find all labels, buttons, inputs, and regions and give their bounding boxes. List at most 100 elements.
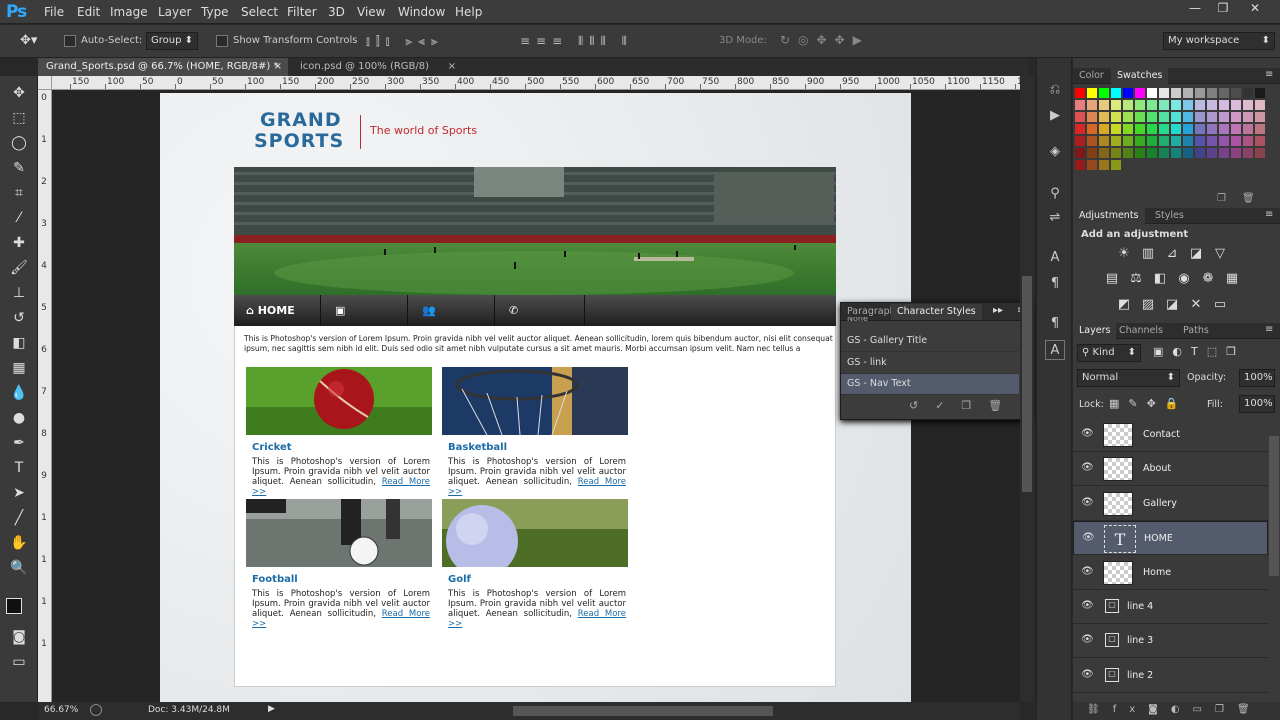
swatch[interactable] (1123, 112, 1133, 122)
swatch[interactable] (1075, 88, 1085, 98)
swatch[interactable] (1075, 148, 1085, 158)
vertical-scrollbar[interactable] (1020, 76, 1034, 702)
swatch[interactable] (1255, 124, 1265, 134)
paragraph-icon[interactable]: ¶ (1045, 274, 1065, 294)
history-brush-icon[interactable]: ↺ (8, 307, 30, 329)
character-styles-icon[interactable]: A (1045, 340, 1065, 360)
swatch[interactable] (1207, 112, 1217, 122)
swatch[interactable] (1207, 136, 1217, 146)
swatch[interactable] (1219, 100, 1229, 110)
swatch[interactable] (1087, 160, 1097, 170)
layer-row[interactable]: 👁 About (1073, 452, 1268, 487)
transform-controls-checkbox[interactable] (216, 35, 228, 47)
swatch[interactable] (1243, 148, 1253, 158)
swatch-footer-icons[interactable]: ❐🗑 (1217, 193, 1271, 204)
layer-filter-dropdown[interactable]: ⚲ Kind ⬍ (1077, 344, 1141, 362)
tool-presets-icon[interactable]: ⇌ (1045, 208, 1065, 228)
menu-select[interactable]: Select (241, 5, 278, 19)
swatch[interactable] (1255, 112, 1265, 122)
blur-tool-icon[interactable]: 💧 (8, 382, 30, 404)
align-icons[interactable]: ⫾⫿⫾ ⫸⫷⫸ (366, 34, 444, 49)
swatch[interactable] (1219, 124, 1229, 134)
gradient-map-icon[interactable]: ▭ (1213, 298, 1227, 312)
swatch[interactable] (1183, 148, 1193, 158)
vibrance-icon[interactable]: ▽ (1213, 247, 1227, 261)
dodge-tool-icon[interactable]: ● (8, 407, 30, 429)
swatch[interactable] (1207, 124, 1217, 134)
brush-presets-icon[interactable]: ⚲ (1045, 184, 1065, 204)
menu-window[interactable]: Window (398, 5, 445, 19)
layer-name[interactable]: line 3 (1127, 635, 1153, 646)
zoom-tool-icon[interactable]: 🔍 (8, 557, 30, 579)
hue-sat-icon[interactable]: ▤ (1105, 272, 1119, 286)
menu-3d[interactable]: 3D (328, 5, 345, 19)
swatch[interactable] (1171, 148, 1181, 158)
swatch[interactable] (1135, 124, 1145, 134)
swatch[interactable] (1111, 88, 1121, 98)
menu-file[interactable]: File (44, 5, 64, 19)
character-icon[interactable]: A (1045, 248, 1065, 268)
layer-row[interactable]: 👁 T HOME (1073, 521, 1268, 556)
layers-scrollbar[interactable] (1269, 436, 1279, 576)
swatch[interactable] (1171, 88, 1181, 98)
close-icon[interactable]: ✕ (1240, 1, 1270, 17)
color-lookup-icon[interactable]: ▦ (1225, 272, 1239, 286)
marquee-tool-icon[interactable]: ⬚ (8, 107, 30, 129)
swatch[interactable] (1147, 148, 1157, 158)
scroll-thumb[interactable] (1022, 276, 1032, 492)
ruler-origin[interactable] (38, 76, 52, 90)
workspace-dropdown[interactable]: My workspace ⬍ (1163, 32, 1275, 50)
menu-image[interactable]: Image (110, 5, 148, 19)
swatch[interactable] (1195, 124, 1205, 134)
tab-styles[interactable]: Styles (1149, 208, 1190, 224)
style-item-link[interactable]: GS - link (841, 353, 1019, 374)
swatch[interactable] (1111, 100, 1121, 110)
visibility-eye-icon[interactable]: 👁 (1081, 566, 1094, 577)
fill-input[interactable]: 100% (1239, 395, 1275, 413)
swatch[interactable] (1243, 88, 1253, 98)
swatch[interactable] (1111, 112, 1121, 122)
swatch[interactable] (1099, 136, 1109, 146)
swatch[interactable] (1075, 100, 1085, 110)
layer-row[interactable]: 👁 ▢ line 2 (1073, 658, 1268, 693)
auto-select-checkbox[interactable] (64, 35, 76, 47)
blend-mode-dropdown[interactable]: Normal ⬍ (1077, 369, 1180, 387)
swatch[interactable] (1183, 112, 1193, 122)
opacity-input[interactable]: 100% (1239, 369, 1275, 387)
swatch[interactable] (1123, 148, 1133, 158)
posterize-icon[interactable]: ▨ (1141, 298, 1155, 312)
swatch[interactable] (1231, 100, 1241, 110)
panel-menu-icon[interactable]: ≡ (1265, 69, 1273, 80)
swatch[interactable] (1135, 148, 1145, 158)
swatch[interactable] (1171, 136, 1181, 146)
tab-swatches[interactable]: Swatches (1111, 68, 1169, 84)
swatch[interactable] (1147, 100, 1157, 110)
card-title-cricket[interactable]: Cricket (252, 442, 292, 453)
swatch[interactable] (1087, 88, 1097, 98)
layer-row[interactable]: 👁 Home (1073, 555, 1268, 590)
swatch[interactable] (1099, 88, 1109, 98)
swatch[interactable] (1087, 112, 1097, 122)
swatch[interactable] (1087, 124, 1097, 134)
swatch[interactable] (1219, 112, 1229, 122)
swatch[interactable] (1159, 136, 1169, 146)
swatch[interactable] (1099, 112, 1109, 122)
color-balance-icon[interactable]: ⚖ (1129, 272, 1143, 286)
menu-type[interactable]: Type (201, 5, 229, 19)
swatch[interactable] (1075, 124, 1085, 134)
curves-icon[interactable]: ⊿ (1165, 247, 1179, 261)
layer-name[interactable]: line 4 (1127, 601, 1153, 612)
minimize-icon[interactable]: — (1180, 1, 1210, 17)
card-title-football[interactable]: Football (252, 574, 298, 585)
swatch[interactable] (1183, 124, 1193, 134)
visibility-eye-icon[interactable]: 👁 (1081, 428, 1094, 439)
swatch[interactable] (1099, 148, 1109, 158)
tab-layers[interactable]: Layers (1073, 323, 1117, 339)
swatch[interactable] (1255, 100, 1265, 110)
visibility-eye-icon[interactable]: 👁 (1081, 600, 1094, 611)
screen-mode-icon[interactable]: ▭ (8, 651, 30, 673)
channel-mixer-icon[interactable]: ❁ (1201, 272, 1215, 286)
swatch[interactable] (1087, 148, 1097, 158)
black-white-icon[interactable]: ◧ (1153, 272, 1167, 286)
eyedropper-tool-icon[interactable]: ⁄ (8, 207, 30, 229)
